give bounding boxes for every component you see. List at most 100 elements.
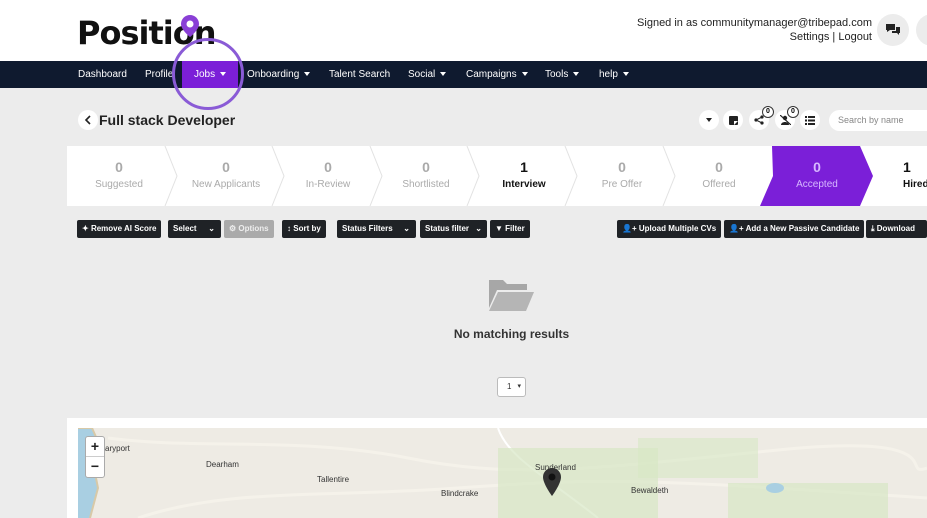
stage-count: 0 — [115, 159, 123, 175]
zoom-out-button[interactable]: − — [86, 457, 104, 477]
nav-tools-label: Tools — [545, 69, 569, 80]
options-button[interactable]: ⚙ Options — [224, 220, 274, 238]
stage-shortlisted[interactable]: 0 Shortlisted — [380, 146, 472, 206]
status-filter-label: Status filter — [425, 224, 470, 233]
remove-ai-score-label: Remove AI Score — [90, 224, 157, 233]
status-filters-dropdown[interactable]: Status Filters ⌄ — [337, 220, 416, 238]
settings-link[interactable]: Settings — [790, 31, 830, 43]
stage-label: Offered — [702, 179, 736, 190]
chevron-down-icon — [440, 72, 447, 77]
nav-profile[interactable]: Profile — [145, 61, 173, 88]
stage-label: Pre Offer — [601, 179, 643, 190]
nav-campaigns[interactable]: Campaigns — [466, 61, 528, 88]
back-button[interactable] — [78, 110, 98, 130]
download-button[interactable]: ⤓ Download — [866, 220, 927, 238]
options-label: Options — [238, 224, 269, 233]
notes-button[interactable] — [723, 110, 743, 130]
folder-open-icon — [489, 280, 534, 311]
page-select[interactable]: 1 ▾ — [497, 377, 526, 397]
zoom-in-button[interactable]: + — [86, 437, 104, 457]
filter-label: Filter — [505, 224, 525, 233]
stage-label: Interview — [502, 179, 546, 190]
stage-interview[interactable]: 1 Interview — [478, 146, 570, 206]
remove-ai-score-button[interactable]: ✦ Remove AI Score — [77, 220, 162, 238]
filter-button[interactable]: ▼ Filter — [490, 220, 530, 238]
nav-dashboard[interactable]: Dashboard — [78, 61, 127, 88]
share-icon — [754, 115, 764, 125]
select-label: Select — [173, 224, 197, 233]
chat-button[interactable] — [877, 14, 909, 46]
map-place-label: Bewaldeth — [631, 486, 669, 495]
stage-label: Hired — [903, 179, 927, 190]
select-dropdown[interactable]: Select ⌄ — [168, 220, 221, 238]
job-actions-dropdown[interactable] — [699, 110, 719, 130]
add-passive-candidate-button[interactable]: 👤+ Add a New Passive Candidate — [724, 220, 865, 238]
caret-down-icon — [706, 118, 712, 122]
unassigned-count-badge: 0 — [787, 106, 799, 118]
stage-label: Accepted — [796, 179, 838, 190]
logo-pin-icon — [181, 15, 199, 37]
main-navbar: Dashboard Profile Jobs Onboarding Talent… — [0, 61, 927, 88]
nav-campaigns-label: Campaigns — [466, 69, 517, 80]
nav-help-label: help — [599, 69, 618, 80]
share-count-badge: 0 — [762, 106, 774, 118]
map-place-label: Blindcrake — [441, 489, 479, 498]
nav-profile-label: Profile — [145, 69, 174, 80]
nav-help[interactable]: help — [599, 61, 629, 88]
stage-new-applicants[interactable]: 0 New Applicants — [180, 146, 272, 206]
stage-pre-offer[interactable]: 0 Pre Offer — [576, 146, 668, 206]
stage-count: 1 — [903, 159, 911, 175]
stage-label: Shortlisted — [402, 179, 450, 190]
sort-by-button[interactable]: ↕ Sort by — [282, 220, 326, 238]
stage-offered[interactable]: 0 Offered — [673, 146, 765, 206]
stage-count: 0 — [222, 159, 230, 175]
upload-cvs-label: Upload Multiple CVs — [638, 224, 717, 233]
chevron-down-icon — [573, 72, 580, 77]
nav-onboarding[interactable]: Onboarding — [247, 61, 311, 88]
stage-label: Suggested — [95, 179, 143, 190]
list-view-button[interactable] — [800, 110, 820, 130]
logout-link[interactable]: Logout — [838, 31, 872, 43]
chevron-down-icon: ⌄ — [475, 224, 482, 233]
note-icon — [728, 115, 738, 125]
stage-count: 0 — [324, 159, 332, 175]
chevron-down-icon: ⌄ — [208, 224, 215, 233]
map-marker-icon[interactable] — [543, 468, 561, 496]
funnel-icon: ▼ — [495, 224, 503, 233]
upload-multiple-cvs-button[interactable]: 👤+ Upload Multiple CVs — [617, 220, 722, 238]
caret-down-icon: ▾ — [517, 383, 521, 390]
stage-count: 0 — [422, 159, 430, 175]
job-title: Full stack Developer — [99, 112, 236, 128]
candidate-search-input[interactable]: Search by name — [829, 110, 927, 131]
map-tiles — [78, 428, 927, 518]
map-place-label: Sunderland — [535, 463, 576, 472]
nav-social[interactable]: Social — [408, 61, 447, 88]
map-place-label: Dearham — [206, 460, 239, 469]
download-icon: ⤓ — [871, 224, 875, 233]
nav-dashboard-label: Dashboard — [78, 69, 127, 80]
status-filter-dropdown[interactable]: Status filter ⌄ — [420, 220, 487, 238]
stage-suggested[interactable]: 0 Suggested — [73, 146, 165, 206]
nav-tools[interactable]: Tools — [545, 61, 580, 88]
map-view[interactable] — [78, 428, 927, 518]
stage-hired[interactable]: 1 Hired — [893, 146, 927, 206]
stage-accepted[interactable]: 0 Accepted — [771, 146, 863, 206]
gear-icon: ⚙ — [229, 224, 237, 233]
chevron-down-icon: ⌄ — [403, 224, 410, 233]
nav-talent-search[interactable]: Talent Search — [329, 61, 390, 88]
user-plus-icon: 👤+ — [622, 224, 637, 233]
stage-count: 1 — [520, 159, 528, 175]
sparkle-icon: ✦ — [82, 224, 89, 233]
user-plus-icon: 👤+ — [729, 224, 744, 233]
stage-label: New Applicants — [191, 179, 261, 190]
user-menu-button[interactable] — [916, 14, 927, 46]
add-passive-label: Add a New Passive Candidate — [745, 224, 860, 233]
download-label: Download — [876, 224, 915, 233]
sort-by-label: Sort by — [293, 224, 321, 233]
chevron-left-icon — [84, 115, 91, 125]
map-place-label: Tallentire — [317, 475, 350, 484]
stage-in-review[interactable]: 0 In-Review — [283, 146, 373, 206]
header-separator: | — [829, 31, 839, 43]
signed-in-text: Signed in as communitymanager@tribepad.c… — [637, 17, 872, 29]
stage-count: 0 — [813, 159, 821, 175]
